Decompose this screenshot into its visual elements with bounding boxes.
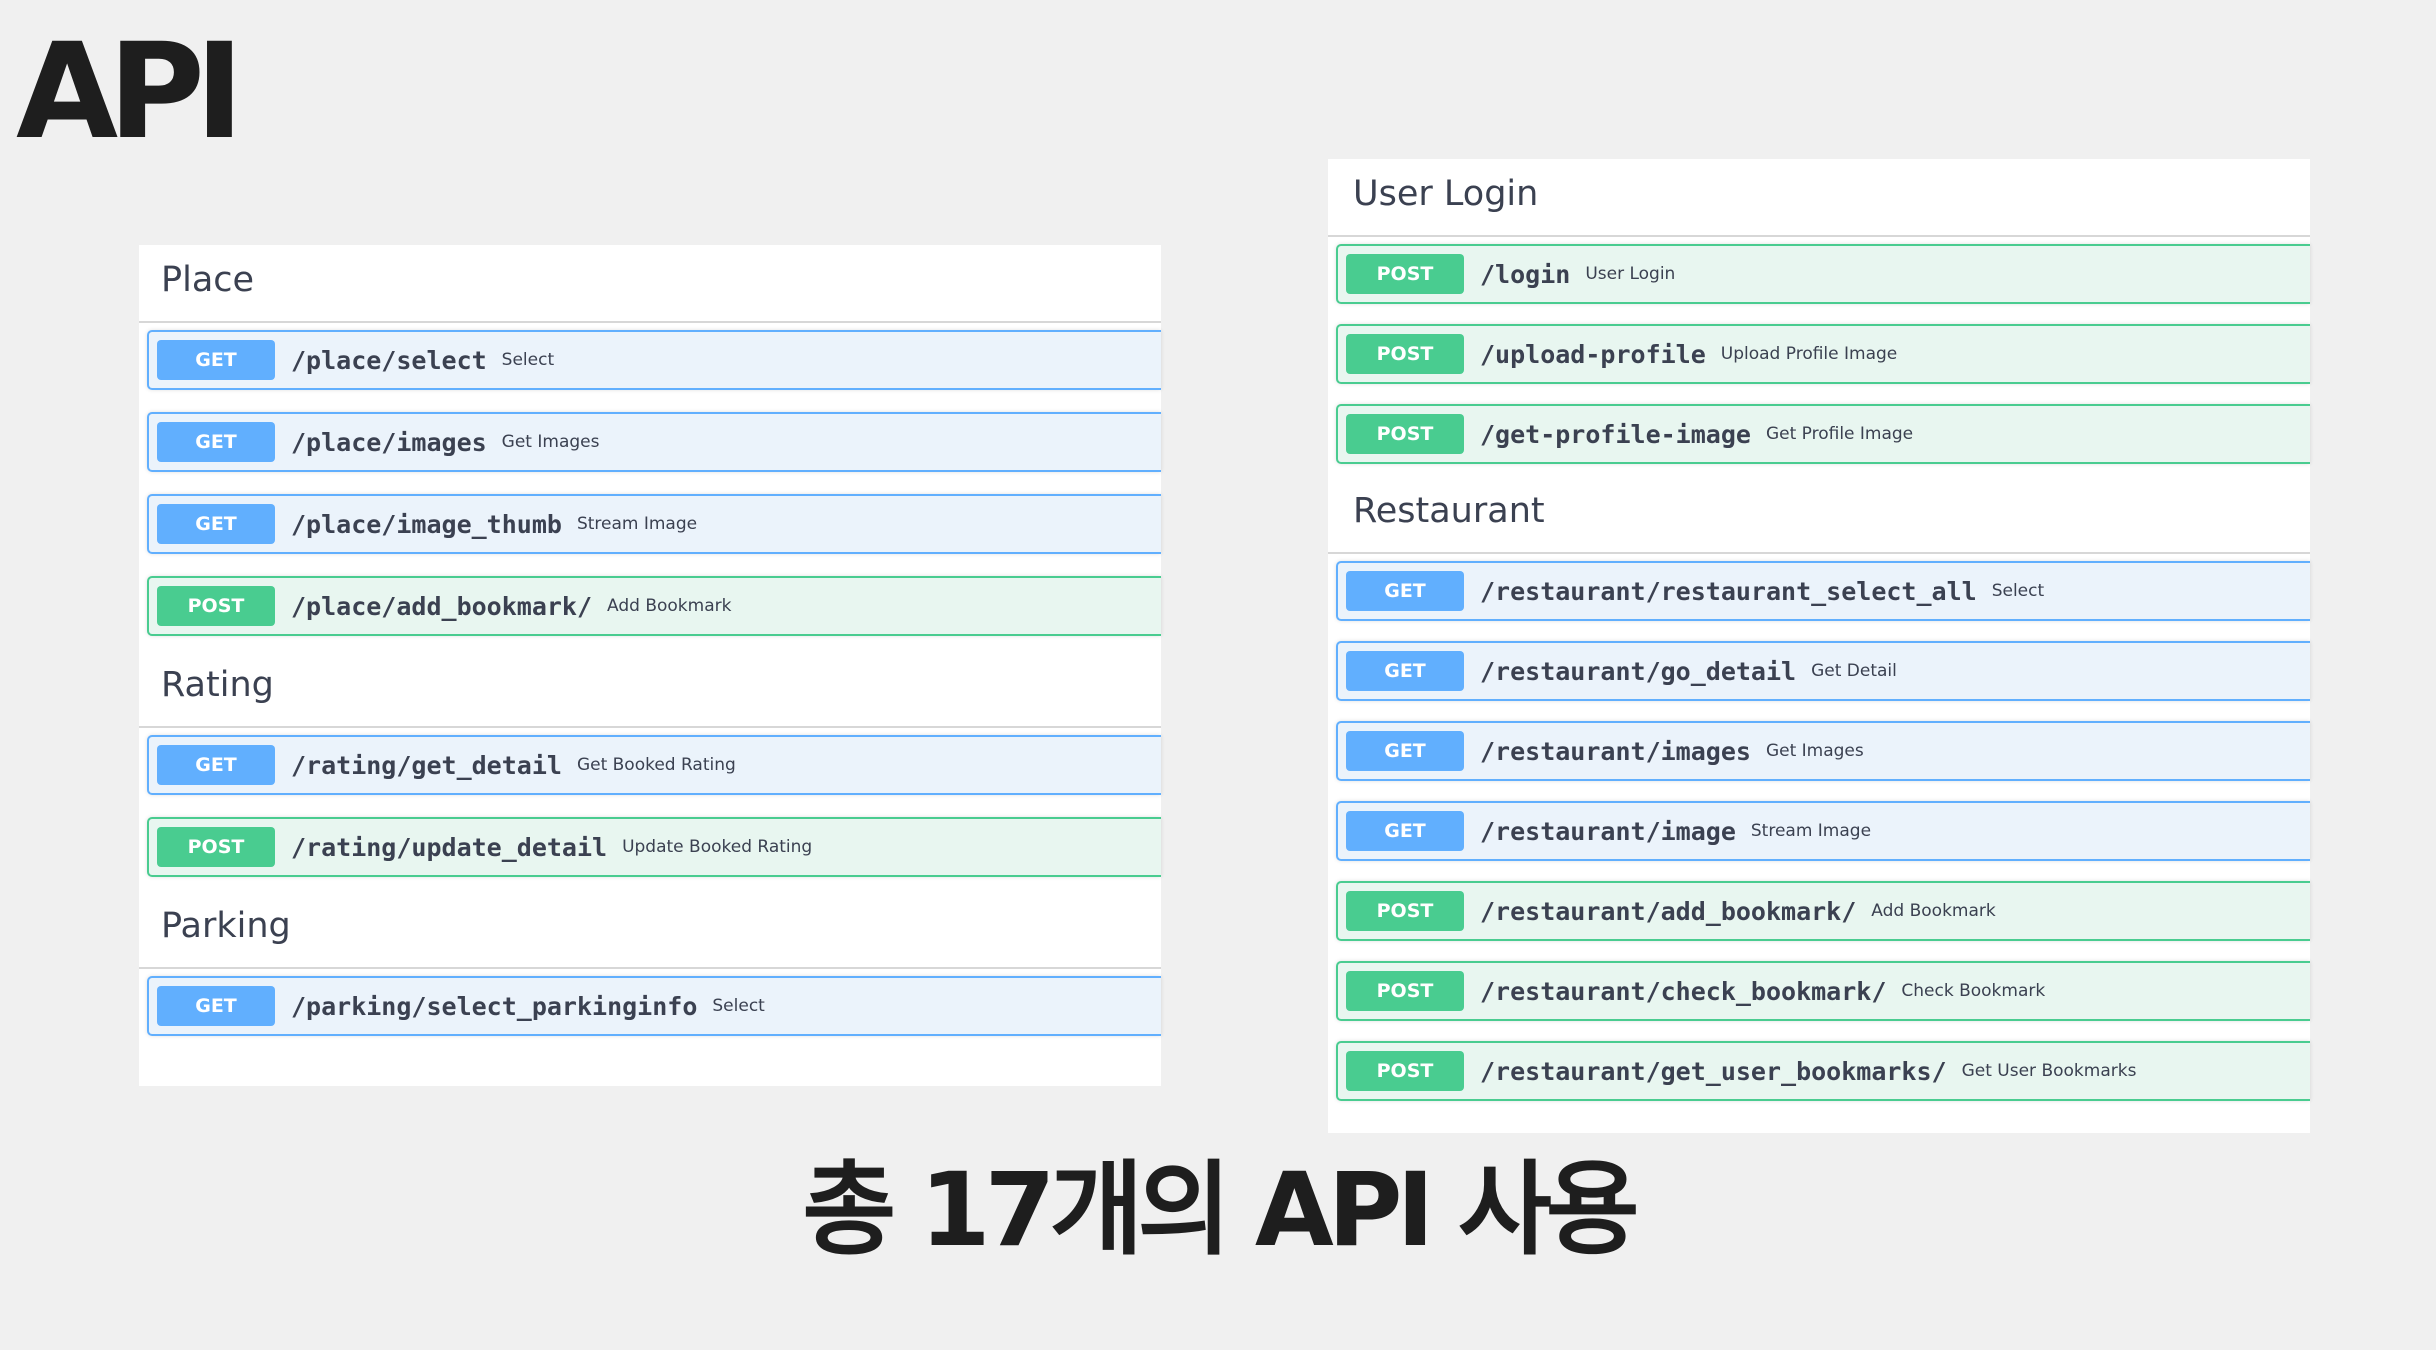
- operation-row[interactable]: GET /restaurant/restaurant_select_all Se…: [1336, 561, 2310, 621]
- operation-row[interactable]: POST /login User Login: [1336, 244, 2310, 304]
- method-badge: GET: [157, 745, 275, 785]
- operation-row[interactable]: GET /parking/select_parkinginfo Select: [147, 976, 1161, 1036]
- operation-row[interactable]: POST /restaurant/get_user_bookmarks/ Get…: [1336, 1041, 2310, 1101]
- endpoint-path: /place/add_bookmark/: [291, 591, 593, 621]
- method-badge: POST: [1346, 414, 1464, 454]
- api-panel-left: Place GET /place/select Select GET /plac…: [139, 245, 1161, 1086]
- method-badge: GET: [1346, 731, 1464, 771]
- method-badge: GET: [1346, 571, 1464, 611]
- endpoint-path: /restaurant/image: [1480, 816, 1736, 846]
- endpoint-path: /upload-profile: [1480, 339, 1706, 369]
- group-title[interactable]: Parking: [139, 897, 1161, 969]
- group-title[interactable]: Rating: [139, 656, 1161, 728]
- method-badge: POST: [1346, 334, 1464, 374]
- endpoint-summary: Get Images: [501, 432, 600, 452]
- method-badge: POST: [1346, 254, 1464, 294]
- endpoint-path: /restaurant/go_detail: [1480, 656, 1797, 686]
- operation-row[interactable]: GET /rating/get_detail Get Booked Rating: [147, 735, 1161, 795]
- method-badge: GET: [157, 422, 275, 462]
- endpoint-summary: Get Images: [1765, 741, 1864, 761]
- api-group-parking: Parking GET /parking/select_parkinginfo …: [139, 897, 1161, 1036]
- endpoint-summary: Upload Profile Image: [1720, 344, 1898, 364]
- operation-row[interactable]: POST /place/add_bookmark/ Add Bookmark: [147, 576, 1161, 636]
- endpoint-summary: Select: [1991, 581, 2045, 601]
- api-group-rating: Rating GET /rating/get_detail Get Booked…: [139, 656, 1161, 877]
- operation-row[interactable]: POST /rating/update_detail Update Booked…: [147, 817, 1161, 877]
- operation-row[interactable]: POST /upload-profile Upload Profile Imag…: [1336, 324, 2310, 384]
- endpoint-path: /rating/update_detail: [291, 832, 608, 862]
- method-badge: POST: [157, 827, 275, 867]
- method-badge: GET: [157, 340, 275, 380]
- endpoint-summary: User Login: [1585, 264, 1676, 284]
- endpoint-path: /parking/select_parkinginfo: [291, 991, 698, 1021]
- endpoint-path: /place/images: [291, 427, 487, 457]
- endpoint-path: /restaurant/get_user_bookmarks/: [1480, 1056, 1947, 1086]
- endpoint-summary: Update Booked Rating: [622, 837, 813, 857]
- method-badge: GET: [157, 986, 275, 1026]
- api-group-restaurant: Restaurant GET /restaurant/restaurant_se…: [1328, 482, 2310, 1101]
- api-group-place: Place GET /place/select Select GET /plac…: [139, 251, 1161, 636]
- footer-caption: 총 17개의 API 사용: [802, 1151, 1639, 1270]
- endpoint-path: /rating/get_detail: [291, 750, 562, 780]
- endpoint-summary: Get Profile Image: [1765, 424, 1914, 444]
- operation-row[interactable]: GET /restaurant/images Get Images: [1336, 721, 2310, 781]
- endpoint-path: /restaurant/add_bookmark/: [1480, 896, 1857, 926]
- method-badge: POST: [1346, 971, 1464, 1011]
- method-badge: GET: [1346, 651, 1464, 691]
- api-group-user-login: User Login POST /login User Login POST /…: [1328, 165, 2310, 464]
- operation-row[interactable]: GET /place/image_thumb Stream Image: [147, 494, 1161, 554]
- operation-row[interactable]: GET /restaurant/image Stream Image: [1336, 801, 2310, 861]
- endpoint-summary: Check Bookmark: [1901, 981, 2046, 1001]
- operation-row[interactable]: GET /restaurant/go_detail Get Detail: [1336, 641, 2310, 701]
- endpoint-summary: Get Detail: [1811, 661, 1897, 681]
- endpoint-path: /place/image_thumb: [291, 509, 562, 539]
- operation-row[interactable]: POST /restaurant/add_bookmark/ Add Bookm…: [1336, 881, 2310, 941]
- endpoint-summary: Stream Image: [1750, 821, 1872, 841]
- operation-row[interactable]: POST /get-profile-image Get Profile Imag…: [1336, 404, 2310, 464]
- operation-row[interactable]: POST /restaurant/check_bookmark/ Check B…: [1336, 961, 2310, 1021]
- endpoint-path: /get-profile-image: [1480, 419, 1751, 449]
- api-panel-right: User Login POST /login User Login POST /…: [1328, 159, 2310, 1133]
- operation-row[interactable]: GET /place/select Select: [147, 330, 1161, 390]
- endpoint-summary: Add Bookmark: [1871, 901, 1996, 921]
- endpoint-summary: Add Bookmark: [607, 596, 732, 616]
- operation-row[interactable]: GET /place/images Get Images: [147, 412, 1161, 472]
- endpoint-path: /login: [1480, 259, 1571, 289]
- endpoint-path: /restaurant/images: [1480, 736, 1751, 766]
- group-title[interactable]: Place: [139, 251, 1161, 323]
- slide-title: API: [16, 15, 244, 169]
- endpoint-summary: Stream Image: [576, 514, 698, 534]
- endpoint-path: /restaurant/restaurant_select_all: [1480, 576, 1977, 606]
- endpoint-summary: Get User Bookmarks: [1961, 1061, 2137, 1081]
- method-badge: POST: [1346, 1051, 1464, 1091]
- method-badge: GET: [157, 504, 275, 544]
- method-badge: POST: [157, 586, 275, 626]
- endpoint-summary: Select: [712, 996, 765, 1016]
- method-badge: POST: [1346, 891, 1464, 931]
- endpoint-path: /restaurant/check_bookmark/: [1480, 976, 1887, 1006]
- endpoint-path: /place/select: [291, 345, 487, 375]
- method-badge: GET: [1346, 811, 1464, 851]
- group-title[interactable]: Restaurant: [1328, 482, 2310, 554]
- endpoint-summary: Select: [501, 350, 555, 370]
- endpoint-summary: Get Booked Rating: [576, 755, 736, 775]
- group-title[interactable]: User Login: [1328, 165, 2310, 237]
